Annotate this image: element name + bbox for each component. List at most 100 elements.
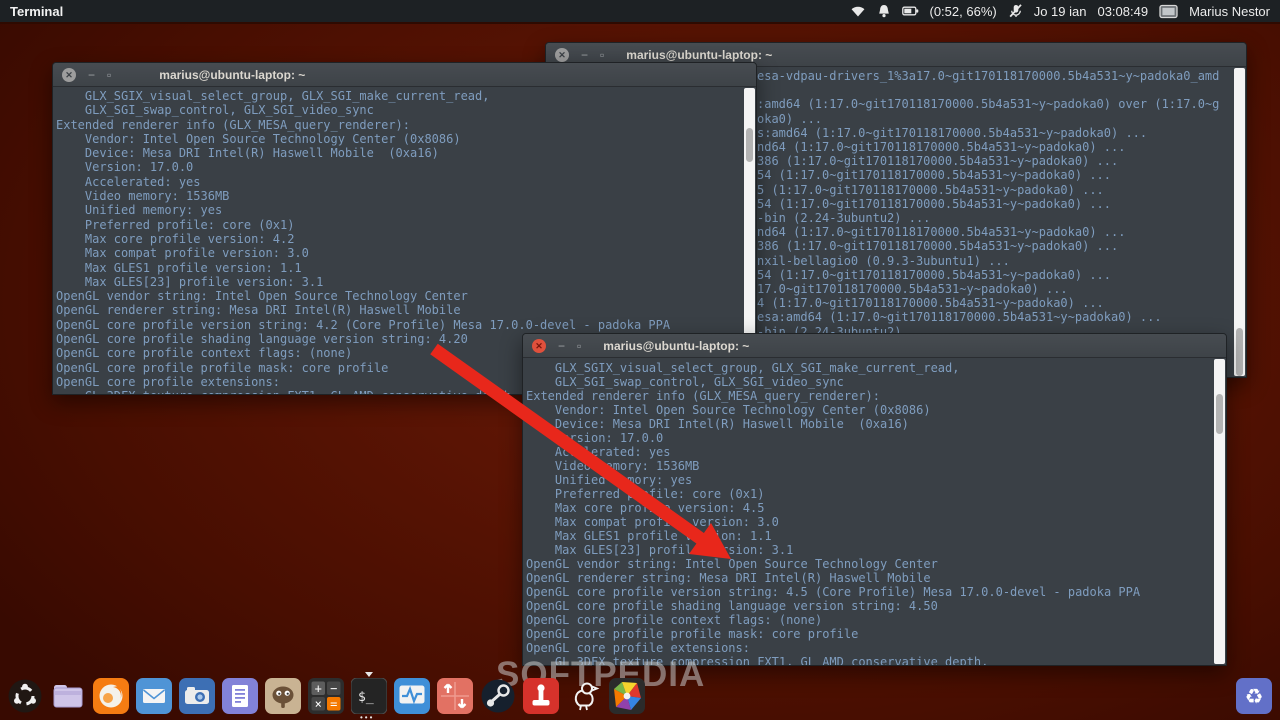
session-user-name[interactable]: Marius Nestor: [1189, 4, 1270, 19]
terminal-line: :amd64 (1:17.0~git170118170000.5b4a531~y…: [757, 97, 1232, 111]
terminal-line: esa:amd64 (1:17.0~git170118170000.5b4a53…: [757, 310, 1232, 324]
terminal-line: GLX_SGI_swap_control, GLX_SGI_video_sync: [526, 375, 1212, 389]
terminal-line: Max GLES1 profile version: 1.1: [526, 529, 1212, 543]
terminal-line: Max GLES[23] profile version: 3.1: [526, 543, 1212, 557]
dock-panel: +−×= $_ ••• ♻: [0, 673, 1280, 720]
terminal-line: Max GLES[23] profile version: 3.1: [56, 275, 742, 289]
terminal-line: OpenGL core profile version string: 4.5 …: [526, 585, 1212, 599]
terminal-line: esa-vdpau-drivers_1%3a17.0~git1701181700…: [757, 69, 1232, 83]
text-editor-icon[interactable]: [222, 678, 258, 714]
terminal-output[interactable]: esa-vdpau-drivers_1%3a17.0~git1701181700…: [757, 69, 1232, 377]
close-icon[interactable]: ✕: [62, 68, 76, 82]
session-monitor-icon[interactable]: [1159, 4, 1178, 19]
terminal-line: OpenGL core profile shading language ver…: [526, 599, 1212, 613]
battery-status-text[interactable]: (0:52, 66%): [930, 4, 997, 19]
terminal-line: Preferred profile: core (0x1): [56, 218, 742, 232]
svg-text:=: =: [330, 697, 337, 711]
panel-clock[interactable]: 03:08:49: [1097, 4, 1148, 19]
svg-text:$_: $_: [358, 690, 374, 705]
scrollbar-thumb[interactable]: [1236, 328, 1243, 376]
svg-text:♻: ♻: [1245, 685, 1264, 709]
titlebar[interactable]: ✕ − ▫ marius@ubuntu-laptop: ~: [53, 63, 756, 87]
red-utility-icon[interactable]: [523, 678, 559, 714]
ubuntu-dash-icon[interactable]: [7, 678, 43, 714]
close-icon[interactable]: ✕: [555, 48, 569, 62]
files-icon[interactable]: [50, 678, 86, 714]
software-updater-icon[interactable]: [437, 678, 473, 714]
terminal-line: OpenGL core profile profile mask: core p…: [526, 627, 1212, 641]
terminal-line: 54 (1:17.0~git170118170000.5b4a531~y~pad…: [757, 197, 1232, 211]
system-monitor-icon[interactable]: [394, 678, 430, 714]
terminal-line: GLX_SGIX_visual_select_group, GLX_SGI_ma…: [56, 89, 742, 103]
terminal-icon[interactable]: $_ •••: [351, 678, 387, 714]
minimize-icon[interactable]: −: [88, 63, 95, 87]
terminal-line: OpenGL core profile extensions:: [526, 641, 1212, 655]
mail-icon[interactable]: [136, 678, 172, 714]
titlebar[interactable]: ✕ − ▫ marius@ubuntu-laptop: ~: [523, 334, 1226, 358]
battery-icon[interactable]: [902, 4, 919, 18]
svg-text:−: −: [330, 681, 337, 695]
terminal-line: Max GLES1 profile version: 1.1: [56, 261, 742, 275]
terminal-line: Version: 17.0.0: [526, 431, 1212, 445]
network-wifi-icon[interactable]: [850, 4, 866, 18]
terminal-line: GLX_SGIX_visual_select_group, GLX_SGI_ma…: [526, 361, 1212, 375]
scrollbar[interactable]: [1234, 68, 1245, 376]
panel-date[interactable]: Jo 19 ian: [1034, 4, 1087, 19]
camera-icon[interactable]: [179, 678, 215, 714]
terminal-line: Preferred profile: core (0x1): [526, 487, 1212, 501]
minimize-icon[interactable]: −: [558, 334, 565, 358]
window-title: marius@ubuntu-laptop: ~: [603, 339, 749, 353]
terminal-line: s:amd64 (1:17.0~git170118170000.5b4a531~…: [757, 126, 1232, 140]
firefox-icon[interactable]: [93, 678, 129, 714]
corebird-icon[interactable]: [566, 678, 602, 714]
terminal-line: Accelerated: yes: [526, 445, 1212, 459]
terminal-output[interactable]: GLX_SGIX_visual_select_group, GLX_SGI_ma…: [526, 361, 1212, 665]
microphone-muted-icon[interactable]: [1008, 4, 1023, 18]
notifications-bell-icon[interactable]: [877, 4, 891, 18]
app-menu-title[interactable]: Terminal: [0, 4, 63, 19]
terminal-line: 54 (1:17.0~git170118170000.5b4a531~y~pad…: [757, 268, 1232, 282]
terminal-line: nxil-bellagio0 (0.9.3-3ubuntu1) ...: [757, 254, 1232, 268]
terminal-line: 5 (1:17.0~git170118170000.5b4a531~y~pado…: [757, 183, 1232, 197]
terminal-line: -bin (2.24-3ubuntu2) ...: [757, 211, 1232, 225]
terminal-line: OpenGL vendor string: Intel Open Source …: [526, 557, 1212, 571]
terminal-line: Max compat profile version: 3.0: [56, 246, 742, 260]
terminal-line: OpenGL core profile context flags: (none…: [526, 613, 1212, 627]
trash-icon[interactable]: ♻: [1236, 678, 1272, 714]
terminal-line: Extended renderer info (GLX_MESA_query_r…: [526, 389, 1212, 403]
terminal-line: GLX_SGI_swap_control, GLX_SGI_video_sync: [56, 103, 742, 117]
terminal-line: oka0) ...: [757, 112, 1232, 126]
maximize-icon[interactable]: ▫: [577, 334, 581, 358]
scrollbar-thumb[interactable]: [1216, 394, 1223, 434]
window-title: marius@ubuntu-laptop: ~: [159, 68, 305, 82]
scrollbar[interactable]: [1214, 359, 1225, 664]
terminal-line: Video memory: 1536MB: [526, 459, 1212, 473]
terminal-line: 54 (1:17.0~git170118170000.5b4a531~y~pad…: [757, 168, 1232, 182]
maximize-icon[interactable]: ▫: [107, 63, 111, 87]
calculator-icon[interactable]: +−×=: [308, 678, 344, 714]
terminal-line: Max core profile version: 4.5: [526, 501, 1212, 515]
top-panel: Terminal (0:52, 66%) Jo 19 ian 03:08:49 …: [0, 0, 1280, 24]
svg-text:×: ×: [315, 697, 322, 711]
terminal-line: Max compat profile version: 3.0: [526, 515, 1212, 529]
terminal-line: [757, 83, 1232, 97]
terminal-line: 386 (1:17.0~git170118170000.5b4a531~y~pa…: [757, 239, 1232, 253]
terminal-line: 386 (1:17.0~git170118170000.5b4a531~y~pa…: [757, 154, 1232, 168]
terminal-line: 4 (1:17.0~git170118170000.5b4a531~y~pado…: [757, 296, 1232, 310]
terminal-line: Version: 17.0.0: [56, 160, 742, 174]
terminal-line: 17.0~git170118170000.5b4a531~y~padoka0) …: [757, 282, 1232, 296]
terminal-line: nd64 (1:17.0~git170118170000.5b4a531~y~p…: [757, 140, 1232, 154]
gimp-icon[interactable]: [265, 678, 301, 714]
terminal-line: OpenGL renderer string: Mesa DRI Intel(R…: [56, 303, 742, 317]
terminal-line: Max core profile version: 4.2: [56, 232, 742, 246]
indicator-area: (0:52, 66%) Jo 19 ian 03:08:49 Marius Ne…: [850, 4, 1280, 19]
running-app-caret: [365, 672, 373, 677]
terminal-window-front[interactable]: ✕ − ▫ marius@ubuntu-laptop: ~ GLX_SGIX_v…: [522, 333, 1227, 666]
terminal-line: OpenGL core profile version string: 4.2 …: [56, 318, 742, 332]
close-icon[interactable]: ✕: [532, 339, 546, 353]
terminal-line: OpenGL renderer string: Mesa DRI Intel(R…: [526, 571, 1212, 585]
terminal-line: Unified memory: yes: [56, 203, 742, 217]
scrollbar-thumb[interactable]: [746, 128, 753, 162]
steam-icon[interactable]: [480, 678, 516, 714]
photos-icon[interactable]: [609, 678, 645, 714]
